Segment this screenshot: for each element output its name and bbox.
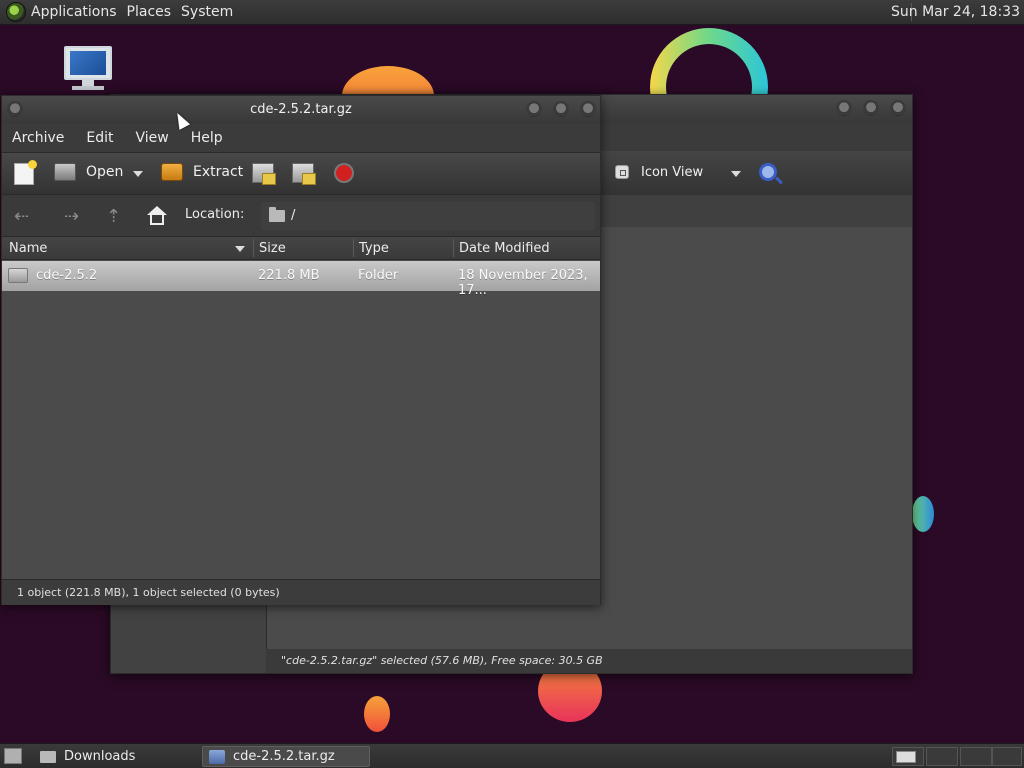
extract-icon bbox=[161, 163, 183, 181]
folder-icon bbox=[269, 207, 285, 222]
archive-icon bbox=[209, 749, 225, 764]
monitor-icon bbox=[64, 46, 112, 80]
open-label: Open bbox=[86, 164, 124, 180]
location-value: / bbox=[291, 208, 296, 223]
file-type: Folder bbox=[358, 268, 399, 283]
minimize-button[interactable] bbox=[836, 100, 852, 116]
back-arrow-icon[interactable]: ⇠ bbox=[14, 206, 29, 227]
status-bar: 1 object (221.8 MB), 1 object selected (… bbox=[2, 579, 600, 605]
chevron-down-icon[interactable] bbox=[731, 171, 741, 177]
open-dropdown-icon[interactable] bbox=[133, 171, 143, 177]
task-archive[interactable]: cde-2.5.2.tar.gz bbox=[202, 746, 370, 767]
new-archive-icon bbox=[14, 160, 37, 185]
top-panel: Applications Places System Sun Mar 24, 1… bbox=[0, 0, 1024, 25]
add-folder-button[interactable] bbox=[292, 163, 316, 185]
table-row[interactable]: cde-2.5.2 221.8 MB Folder 18 November 20… bbox=[2, 261, 600, 298]
stop-icon bbox=[334, 163, 354, 183]
extract-label: Extract bbox=[193, 164, 244, 180]
open-icon bbox=[54, 163, 76, 181]
task-label: Downloads bbox=[64, 749, 136, 764]
menubar: Archive Edit View Help bbox=[2, 124, 600, 152]
folder-icon bbox=[40, 750, 56, 763]
applications-menu[interactable]: Applications bbox=[31, 4, 117, 20]
bottom-taskbar: Downloads cde-2.5.2.tar.gz bbox=[0, 743, 1024, 768]
add-files-icon bbox=[252, 163, 276, 185]
open-button[interactable]: Open bbox=[54, 163, 123, 181]
maximize-button[interactable] bbox=[553, 101, 569, 117]
workspace-4[interactable] bbox=[992, 747, 1022, 766]
search-icon[interactable] bbox=[759, 163, 777, 181]
distro-logo-icon[interactable] bbox=[6, 2, 26, 22]
folder-icon bbox=[8, 268, 28, 283]
computer-desktop-icon[interactable] bbox=[62, 46, 114, 92]
file-date: 18 November 2023, 17... bbox=[458, 268, 588, 298]
location-bar: ⇠ ⇢ ⇡ Location: / bbox=[2, 194, 600, 236]
column-size[interactable]: Size bbox=[259, 241, 286, 256]
menu-view[interactable]: View bbox=[136, 130, 169, 146]
menu-archive[interactable]: Archive bbox=[12, 130, 64, 146]
window-title: cde-2.5.2.tar.gz bbox=[250, 102, 352, 117]
file-manager-status: "cde-2.5.2.tar.gz" selected (57.6 MB), F… bbox=[266, 649, 912, 673]
close-button[interactable] bbox=[890, 100, 906, 116]
menu-help[interactable]: Help bbox=[191, 130, 223, 146]
sort-descending-icon[interactable] bbox=[235, 246, 245, 252]
add-folder-icon bbox=[292, 163, 316, 185]
workspace-1[interactable] bbox=[892, 747, 924, 766]
archive-manager-window[interactable]: cde-2.5.2.tar.gz Archive Edit View Help … bbox=[1, 95, 601, 605]
extract-button[interactable]: Extract bbox=[161, 163, 243, 181]
menu-edit[interactable]: Edit bbox=[86, 130, 113, 146]
location-label: Location: bbox=[185, 207, 245, 222]
close-button[interactable] bbox=[580, 101, 596, 117]
archive-titlebar[interactable]: cde-2.5.2.tar.gz bbox=[2, 96, 600, 124]
forward-arrow-icon[interactable]: ⇢ bbox=[64, 206, 79, 227]
places-menu[interactable]: Places bbox=[127, 4, 172, 20]
show-desktop-icon[interactable] bbox=[4, 748, 22, 764]
maximize-button[interactable] bbox=[863, 100, 879, 116]
column-header: Name Size Type Date Modified bbox=[2, 236, 600, 260]
system-menu[interactable]: System bbox=[181, 4, 233, 20]
up-arrow-icon[interactable]: ⇡ bbox=[106, 206, 121, 227]
wallpaper-blob-blue bbox=[912, 496, 934, 532]
file-size: 221.8 MB bbox=[258, 268, 320, 283]
view-mode-icon[interactable] bbox=[615, 165, 629, 179]
minimize-button[interactable] bbox=[526, 101, 542, 117]
stop-button[interactable] bbox=[334, 163, 354, 183]
column-date-modified[interactable]: Date Modified bbox=[459, 241, 550, 256]
workspace-3[interactable] bbox=[960, 747, 992, 766]
workspace-2[interactable] bbox=[926, 747, 958, 766]
column-type[interactable]: Type bbox=[359, 241, 389, 256]
toolbar: Open Extract bbox=[2, 152, 600, 194]
add-files-button[interactable] bbox=[252, 163, 276, 185]
home-icon[interactable] bbox=[147, 206, 167, 226]
file-list[interactable]: cde-2.5.2 221.8 MB Folder 18 November 20… bbox=[2, 261, 600, 579]
wallpaper-blob-small bbox=[364, 696, 390, 732]
task-downloads[interactable]: Downloads bbox=[34, 746, 198, 767]
task-label: cde-2.5.2.tar.gz bbox=[233, 749, 335, 764]
clock[interactable]: Sun Mar 24, 18:33 bbox=[891, 4, 1020, 20]
location-field[interactable]: / bbox=[260, 201, 596, 231]
column-name[interactable]: Name bbox=[9, 241, 47, 256]
workspace-window-icon bbox=[896, 751, 916, 763]
new-archive-button[interactable] bbox=[14, 160, 37, 185]
view-mode-select[interactable]: Icon View bbox=[641, 165, 703, 180]
file-name: cde-2.5.2 bbox=[36, 268, 98, 283]
